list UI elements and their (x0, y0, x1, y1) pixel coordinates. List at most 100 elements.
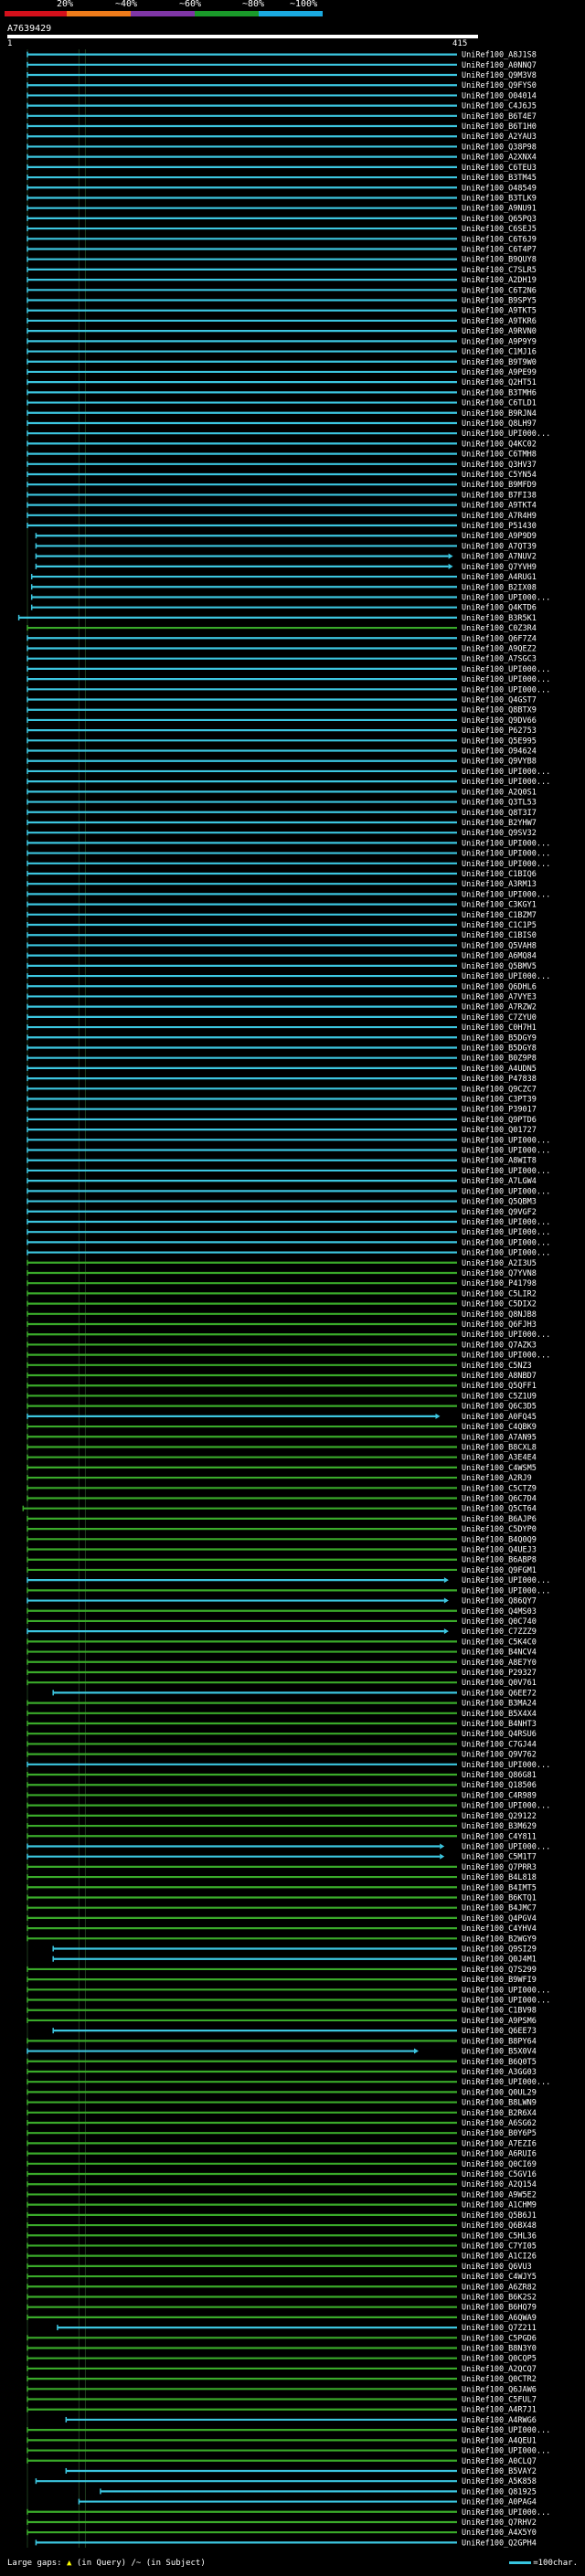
hit-label[interactable]: UniRef100_A0NNQ7 (462, 61, 537, 70)
hit-label[interactable]: UniRef100_A2YAU3 (462, 133, 537, 142)
hit-label[interactable]: UniRef100_B0Z9P8 (462, 1055, 537, 1064)
hit-label[interactable]: UniRef100_A1CHM9 (462, 2201, 537, 2210)
hit-label[interactable]: UniRef100_A7AN95 (462, 1433, 537, 1442)
hit-label[interactable]: UniRef100_B7FI38 (462, 491, 537, 500)
hit-label[interactable]: UniRef100_UPI000... (462, 665, 550, 674)
hit-label[interactable]: UniRef100_B3TMH6 (462, 388, 537, 398)
hit-label[interactable]: UniRef100_B8N3Y0 (462, 2345, 537, 2354)
hit-label[interactable]: UniRef100_B3M629 (462, 1822, 537, 1831)
hit-label[interactable]: UniRef100_Q6JAW6 (462, 2385, 537, 2394)
hit-label[interactable]: UniRef100_Q9FYS0 (462, 81, 537, 90)
hit-label[interactable]: UniRef100_A9TKT5 (462, 307, 537, 316)
hit-label[interactable]: UniRef100_B2WGY9 (462, 1935, 537, 1944)
hit-label[interactable]: UniRef100_A2QCQ7 (462, 2365, 537, 2374)
hit-label[interactable]: UniRef100_B9SPY5 (462, 297, 537, 306)
hit-label[interactable]: UniRef100_B6K2S2 (462, 2293, 537, 2302)
hit-label[interactable]: UniRef100_Q7YVN8 (462, 1269, 537, 1278)
hit-label[interactable]: UniRef100_UPI000... (462, 429, 550, 439)
hit-label[interactable]: UniRef100_C4QBK9 (462, 1423, 537, 1432)
hit-label[interactable]: UniRef100_C6T2N6 (462, 286, 537, 295)
hit-label[interactable]: UniRef100_Q9M3V8 (462, 71, 537, 80)
hit-label[interactable]: UniRef100_Q9PTD6 (462, 1116, 537, 1125)
hit-label[interactable]: UniRef100_UPI000... (462, 1218, 550, 1227)
hit-label[interactable]: UniRef100_B9WFI9 (462, 1976, 537, 1985)
hit-label[interactable]: UniRef100_UPI000... (462, 768, 550, 777)
hit-label[interactable]: UniRef100_A5K858 (462, 2477, 537, 2486)
hit-label[interactable]: UniRef100_Q4GST7 (462, 696, 537, 705)
hit-label[interactable]: UniRef100_A6RUI6 (462, 2150, 537, 2159)
hit-label[interactable]: UniRef100_O04014 (462, 91, 537, 101)
hit-label[interactable]: UniRef100_B6Q0T5 (462, 2058, 537, 2067)
hit-label[interactable]: UniRef100_Q65PQ3 (462, 215, 537, 224)
hit-label[interactable]: UniRef100_UPI000... (462, 1187, 550, 1196)
hit-label[interactable]: UniRef100_Q3HV37 (462, 461, 537, 470)
hit-label[interactable]: UniRef100_C5YN54 (462, 471, 537, 480)
hit-label[interactable]: UniRef100_C5DIX2 (462, 1300, 537, 1309)
hit-label[interactable]: UniRef100_A2Q154 (462, 2180, 537, 2189)
hit-label[interactable]: UniRef100_Q8BTX9 (462, 706, 537, 716)
hit-label[interactable]: UniRef100_Q5E995 (462, 737, 537, 746)
hit-label[interactable]: UniRef100_A7LGW4 (462, 1177, 537, 1186)
hit-label[interactable]: UniRef100_C7SLR5 (462, 266, 537, 275)
hit-label[interactable]: UniRef100_A7R4H9 (462, 512, 537, 521)
hit-label[interactable]: UniRef100_A6SG62 (462, 2119, 537, 2128)
hit-label[interactable]: UniRef100_UPI000... (462, 850, 550, 859)
hit-label[interactable]: UniRef100_C7YI05 (462, 2242, 537, 2251)
hit-label[interactable]: UniRef100_C7ZZZ9 (462, 1627, 537, 1637)
hit-label[interactable]: UniRef100_B9MFD9 (462, 481, 537, 490)
hit-label[interactable]: UniRef100_UPI000... (462, 2078, 550, 2087)
hit-label[interactable]: UniRef100_Q6BX48 (462, 2221, 537, 2231)
hit-label[interactable]: UniRef100_UPI000... (462, 1761, 550, 1770)
hit-label[interactable]: UniRef100_C6T6J9 (462, 235, 537, 244)
hit-label[interactable]: UniRef100_B3TLK9 (462, 194, 537, 203)
hit-label[interactable]: UniRef100_Q0CQP5 (462, 2355, 537, 2364)
hit-label[interactable]: UniRef100_Q6C7D4 (462, 1494, 537, 1503)
hit-label[interactable]: UniRef100_Q5B6J1 (462, 2211, 537, 2221)
hit-label[interactable]: UniRef100_A4QEU1 (462, 2436, 537, 2445)
hit-label[interactable]: UniRef100_B8CXL8 (462, 1443, 537, 1452)
hit-label[interactable]: UniRef100_UPI000... (462, 2508, 550, 2518)
hit-label[interactable]: UniRef100_B4NCV4 (462, 1648, 537, 1658)
hit-label[interactable]: UniRef100_B3TM45 (462, 174, 537, 183)
hit-label[interactable]: UniRef100_Q4KC02 (462, 440, 537, 449)
hit-label[interactable]: UniRef100_A0CLQ7 (462, 2457, 537, 2466)
hit-label[interactable]: UniRef100_UPI000... (462, 1238, 550, 1247)
hit-label[interactable]: UniRef100_A6QWA9 (462, 2314, 537, 2323)
hit-label[interactable]: UniRef100_B4Q0Q9 (462, 1535, 537, 1544)
hit-label[interactable]: UniRef100_UPI000... (462, 1802, 550, 1811)
hit-label[interactable]: UniRef100_B5DGY9 (462, 1034, 537, 1043)
hit-label[interactable]: UniRef100_A0FQ45 (462, 1413, 537, 1422)
hit-label[interactable]: UniRef100_Q7S299 (462, 1966, 537, 1975)
hit-label[interactable]: UniRef100_B8PY64 (462, 2037, 537, 2046)
hit-label[interactable]: UniRef100_C5Z1U9 (462, 1392, 537, 1401)
hit-label[interactable]: UniRef100_A7VYE3 (462, 992, 537, 1002)
hit-label[interactable]: UniRef100_C1BV98 (462, 2007, 537, 2016)
hit-label[interactable]: UniRef100_B2YHW7 (462, 819, 537, 828)
hit-label[interactable]: UniRef100_A9W5E2 (462, 2190, 537, 2200)
hit-label[interactable]: UniRef100_Q9SV32 (462, 829, 537, 838)
hit-label[interactable]: UniRef100_Q0V761 (462, 1679, 537, 1688)
hit-label[interactable]: UniRef100_C5FUL7 (462, 2396, 537, 2405)
hit-label[interactable]: UniRef100_C1BZM7 (462, 911, 537, 920)
hit-label[interactable]: UniRef100_Q9CZC7 (462, 1085, 537, 1094)
hit-label[interactable]: UniRef100_A2Q0S1 (462, 788, 537, 797)
hit-label[interactable]: UniRef100_A2XNX4 (462, 154, 537, 163)
hit-label[interactable]: UniRef100_P41798 (462, 1279, 537, 1288)
hit-label[interactable]: UniRef100_Q29122 (462, 1812, 537, 1821)
hit-label[interactable]: UniRef100_Q86QY7 (462, 1597, 537, 1606)
hit-label[interactable]: UniRef100_A3GG03 (462, 2068, 537, 2077)
hit-label[interactable]: UniRef100_A4UDN5 (462, 1065, 537, 1074)
hit-label[interactable]: UniRef100_C6T4P7 (462, 245, 537, 254)
hit-label[interactable]: UniRef100_B5X4X4 (462, 1710, 537, 1719)
hit-label[interactable]: UniRef100_Q86G81 (462, 1771, 537, 1780)
hit-label[interactable]: UniRef100_Q4RSU6 (462, 1730, 537, 1739)
hit-label[interactable]: UniRef100_C4J6J5 (462, 102, 537, 111)
hit-label[interactable]: UniRef100_Q4MS03 (462, 1607, 537, 1617)
hit-label[interactable]: UniRef100_UPI000... (462, 839, 550, 848)
hit-label[interactable]: UniRef100_C5GV16 (462, 2170, 537, 2179)
hit-label[interactable]: UniRef100_B2R6X4 (462, 2109, 537, 2118)
hit-label[interactable]: UniRef100_B9RJN4 (462, 409, 537, 419)
hit-label[interactable]: UniRef100_Q5QFF1 (462, 1382, 537, 1391)
hit-label[interactable]: UniRef100_Q9SI29 (462, 1945, 537, 1955)
hit-label[interactable]: UniRef100_O48549 (462, 184, 537, 193)
